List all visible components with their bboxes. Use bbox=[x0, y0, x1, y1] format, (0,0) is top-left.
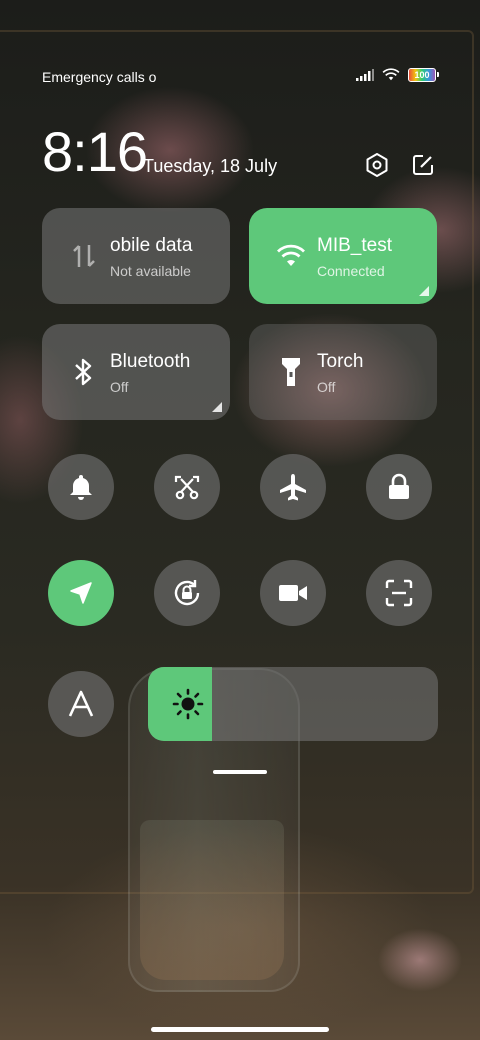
tile-torch[interactable]: Torch Off bbox=[249, 324, 437, 420]
font-a-icon bbox=[68, 690, 94, 717]
signal-icon bbox=[356, 69, 374, 81]
airplane-icon bbox=[280, 474, 306, 501]
sun-icon bbox=[172, 688, 204, 720]
location-icon bbox=[70, 582, 92, 604]
bluetooth-icon bbox=[68, 354, 100, 390]
brightness-slider[interactable] bbox=[148, 667, 438, 741]
edit-button[interactable] bbox=[408, 150, 438, 180]
wifi-icon bbox=[382, 68, 400, 81]
mobile-data-icon bbox=[68, 238, 100, 274]
wifi-icon bbox=[275, 238, 307, 274]
date-text: Tuesday, 18 July bbox=[143, 156, 278, 176]
scanner-icon bbox=[385, 579, 413, 607]
scissors-icon bbox=[174, 475, 200, 500]
tile-bluetooth[interactable]: Bluetooth Off bbox=[42, 324, 230, 420]
tile-subtitle: Off bbox=[110, 379, 129, 395]
settings-icon bbox=[366, 153, 388, 177]
toggle-rotation-lock[interactable] bbox=[154, 560, 220, 626]
toggle-ring[interactable] bbox=[48, 454, 114, 520]
expand-corner-icon[interactable] bbox=[212, 402, 222, 412]
tile-wifi[interactable]: MIB_test Connected bbox=[249, 208, 437, 304]
tile-subtitle: Off bbox=[317, 379, 336, 395]
status-bar: Emergency calls o 100 bbox=[0, 62, 480, 90]
panel-drag-handle[interactable] bbox=[213, 770, 267, 774]
toggle-airplane[interactable] bbox=[260, 454, 326, 520]
battery-icon: 100 bbox=[408, 68, 439, 82]
carrier-text: Emergency calls o bbox=[42, 69, 157, 85]
tile-title: Bluetooth bbox=[110, 351, 191, 372]
gesture-nav-bar[interactable] bbox=[151, 1027, 329, 1032]
toggle-lock[interactable] bbox=[366, 454, 432, 520]
expand-corner-icon[interactable] bbox=[419, 286, 429, 296]
tile-title: MIB_test bbox=[317, 235, 392, 256]
vase-water bbox=[140, 820, 284, 980]
settings-button[interactable] bbox=[362, 150, 392, 180]
toggle-screenshot[interactable] bbox=[154, 454, 220, 520]
tile-mobile-data[interactable]: obile data Not available bbox=[42, 208, 230, 304]
clock-time: 8:16 bbox=[42, 120, 148, 183]
toggle-screen-record[interactable] bbox=[260, 560, 326, 626]
edit-icon bbox=[413, 155, 433, 175]
rotation-lock-icon bbox=[174, 580, 200, 606]
lock-icon bbox=[389, 473, 409, 499]
video-camera-icon bbox=[279, 585, 307, 601]
bell-icon bbox=[70, 475, 92, 500]
tile-subtitle: Connected bbox=[317, 263, 385, 279]
status-icons: 100 bbox=[356, 68, 439, 82]
toggle-auto-brightness[interactable] bbox=[48, 671, 114, 737]
tile-subtitle: Not available bbox=[110, 263, 191, 279]
toggle-scanner[interactable] bbox=[366, 560, 432, 626]
torch-icon bbox=[275, 354, 307, 390]
tile-title: Torch bbox=[317, 351, 364, 372]
tile-title: obile data bbox=[110, 235, 193, 256]
toggle-location[interactable] bbox=[48, 560, 114, 626]
